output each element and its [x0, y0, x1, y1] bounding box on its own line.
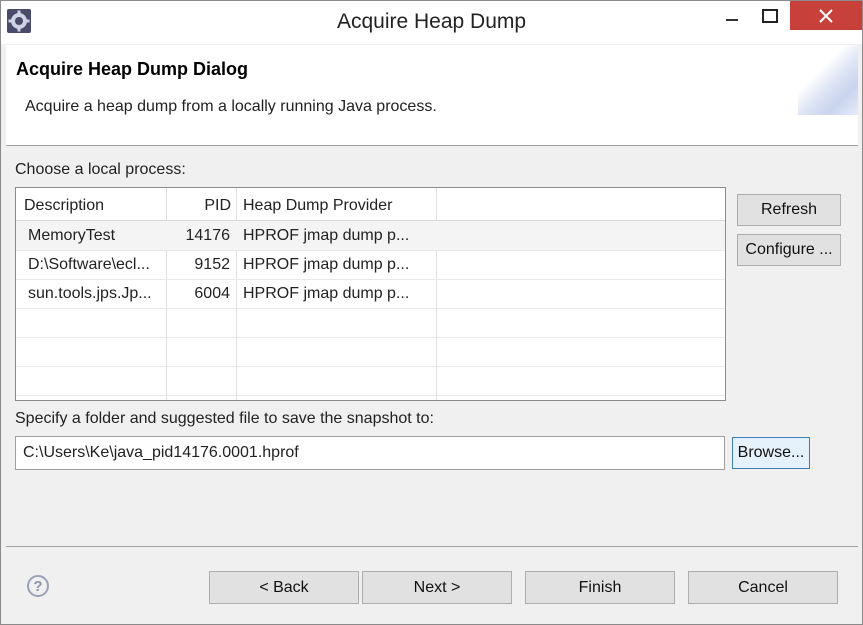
cell-pid: 9152 [194, 256, 230, 273]
cell-provider: HPROF jmap dump p... [243, 285, 410, 302]
empty-row [16, 337, 725, 367]
cell-description: sun.tools.jps.Jp... [28, 285, 152, 302]
back-button[interactable]: < Back [209, 571, 359, 604]
cancel-button[interactable]: Cancel [688, 571, 838, 604]
column-header-provider[interactable]: Heap Dump Provider [243, 188, 392, 220]
process-label: Choose a local process: [15, 161, 186, 178]
banner-decoration [798, 45, 858, 115]
snapshot-path-input[interactable]: C:\Users\Ke\java_pid14176.0001.hprof [15, 436, 725, 470]
browse-button[interactable]: Browse... [732, 437, 810, 469]
next-button[interactable]: Next > [362, 571, 512, 604]
close-button[interactable] [790, 1, 862, 30]
cell-pid: 14176 [185, 227, 231, 244]
footer-separator [6, 546, 858, 547]
header-banner: Acquire Heap Dump Dialog Acquire a heap … [6, 45, 858, 146]
maximize-button[interactable] [747, 1, 793, 30]
column-header-description[interactable]: Description [24, 188, 104, 220]
minimize-icon [726, 18, 738, 21]
empty-row [16, 308, 725, 338]
cell-pid: 6004 [194, 285, 230, 302]
cell-provider: HPROF jmap dump p... [243, 256, 410, 273]
dialog-title: Acquire Heap Dump Dialog [16, 59, 249, 79]
empty-row [16, 366, 725, 396]
help-icon[interactable]: ? [27, 575, 49, 597]
table-row[interactable]: MemoryTest 14176 HPROF jmap dump p... [16, 221, 725, 251]
dialog-message: Acquire a heap dump from a locally runni… [25, 98, 437, 115]
dialog-window: Acquire Heap Dump Acquire Heap Dump Dial… [0, 0, 863, 625]
configure-button[interactable]: Configure ... [737, 234, 841, 266]
finish-button[interactable]: Finish [525, 571, 675, 604]
cell-description: MemoryTest [28, 227, 116, 244]
maximize-icon [762, 8, 778, 23]
close-icon [819, 8, 833, 23]
column-header-pid[interactable]: PID [166, 188, 231, 220]
folder-label: Specify a folder and suggested file to s… [15, 410, 434, 427]
process-table[interactable]: Description PID Heap Dump Provider Memor… [15, 187, 726, 401]
cell-provider: HPROF jmap dump p... [243, 227, 410, 244]
table-header: Description PID Heap Dump Provider [16, 188, 725, 221]
refresh-button[interactable]: Refresh [737, 194, 841, 226]
title-bar[interactable]: Acquire Heap Dump [1, 1, 862, 44]
table-row[interactable]: D:\Software\ecl... 9152 HPROF jmap dump … [16, 250, 725, 280]
table-row[interactable]: sun.tools.jps.Jp... 6004 HPROF jmap dump… [16, 279, 725, 309]
cell-description: D:\Software\ecl... [28, 256, 150, 273]
